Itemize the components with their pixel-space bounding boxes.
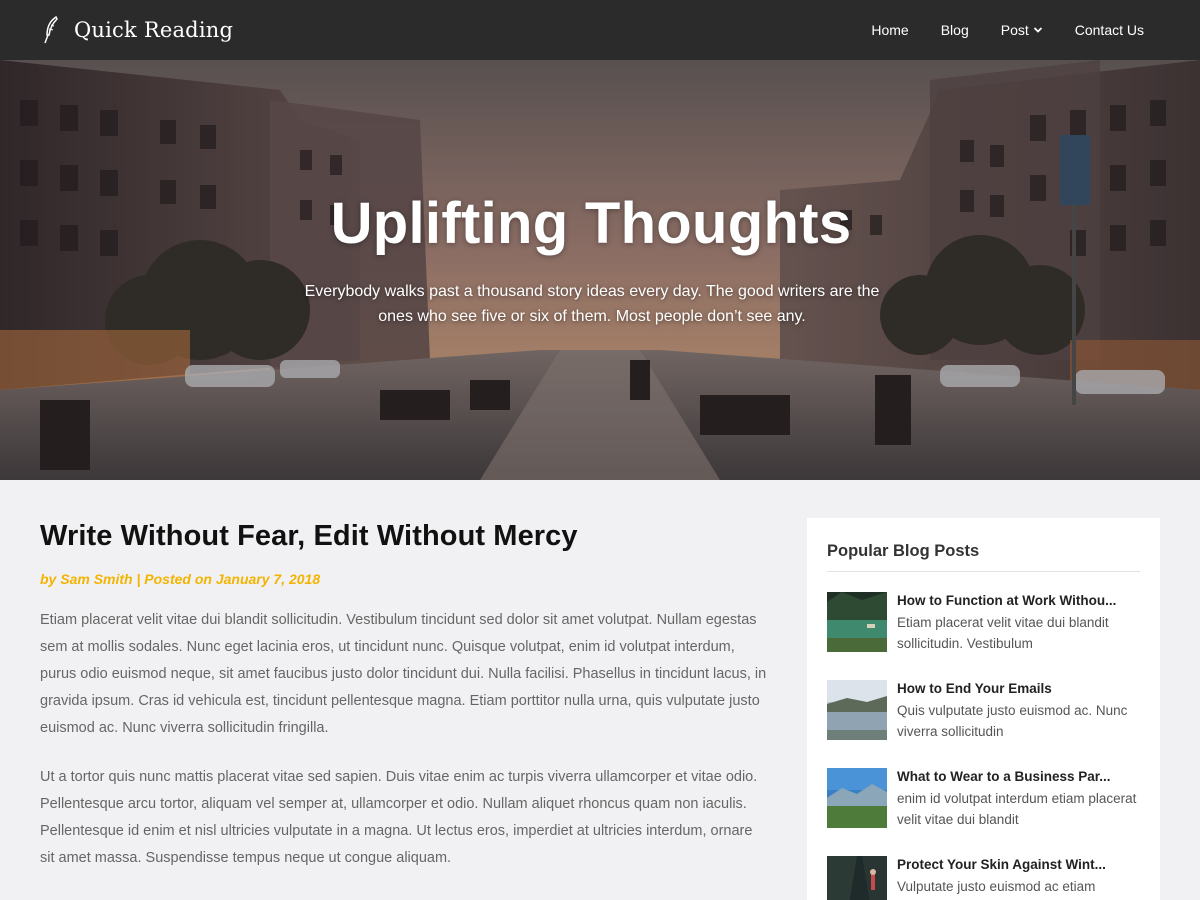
sidebar-title: Popular Blog Posts [827,542,1140,572]
nav-contact-link[interactable]: Contact Us [1075,22,1144,38]
hero-text: Uplifting Thoughts Everybody walks past … [0,190,1200,329]
popular-post-item[interactable]: How to End Your Emails Quis vulputate ju… [827,680,1140,768]
nav-home-label: Home [871,22,909,38]
chevron-down-icon [1033,25,1043,35]
post-excerpt: Quis vulputate justo euismod ac. Nunc vi… [897,703,1128,739]
nav-blog-label: Blog [940,22,969,38]
post-thumbnail[interactable] [827,856,887,900]
article-title: Write Without Fear, Edit Without Mercy [40,520,578,552]
post-excerpt: Etiam placerat velit vitae dui blandit s… [897,615,1109,651]
post-excerpt: Vulputate justo euismod ac etiam [897,879,1096,894]
nav-home-link[interactable]: Home [871,22,908,38]
hero-subtitle: Everybody walks past a thousand story id… [304,283,880,325]
post-info: What to Wear to a Business Par... enim i… [897,768,1137,856]
nav-post-dropdown[interactable]: Post [1001,22,1043,38]
post-title-link[interactable]: What to Wear to a Business Par... [897,768,1137,786]
post-thumbnail[interactable] [827,592,887,652]
main-nav: Home Blog Post Contact Us [871,22,1144,38]
popular-post-item[interactable]: How to Function at Work Withou... Etiam … [827,592,1140,680]
popular-post-item[interactable]: What to Wear to a Business Par... enim i… [827,768,1140,856]
post-thumbnail[interactable] [827,680,887,740]
post-title-link[interactable]: Protect Your Skin Against Wint... [897,856,1137,874]
popular-post-item[interactable]: Protect Your Skin Against Wint... Vulput… [827,856,1140,900]
quill-feather-icon [40,15,62,45]
brand-title: Quick Reading [74,18,234,42]
brand-logo-link[interactable]: Quick Reading [40,15,233,45]
main-article: Write Without Fear, Edit Without Mercy b… [40,520,770,872]
article-byline: by Sam Smith | Posted on January 7, 2018 [40,571,321,587]
popular-posts-sidebar: Popular Blog Posts How to Function at Wo… [807,518,1160,900]
nav-blog-link[interactable]: Blog [941,22,969,38]
hero-title: Uplifting Thoughts [330,191,852,256]
hero-banner: Uplifting Thoughts Everybody walks past … [0,60,1200,480]
nav-post-label: Post [1000,22,1029,38]
popular-post-list: How to Function at Work Withou... Etiam … [827,592,1140,900]
post-info: Protect Your Skin Against Wint... Vulput… [897,856,1137,900]
post-title-link[interactable]: How to Function at Work Withou... [897,592,1137,610]
top-navbar: Quick Reading Home Blog Post Contact Us [0,0,1200,60]
article-paragraph: Ut a tortor quis nunc mattis placerat vi… [40,769,758,866]
nav-contact-label: Contact Us [1074,22,1144,38]
article-paragraph: Etiam placerat velit vitae dui blandit s… [40,612,767,736]
post-info: How to End Your Emails Quis vulputate ju… [897,680,1137,768]
post-title-link[interactable]: How to End Your Emails [897,680,1137,698]
post-thumbnail[interactable] [827,768,887,828]
post-excerpt: enim id volutpat interdum etiam placerat… [897,791,1137,827]
post-info: How to Function at Work Withou... Etiam … [897,592,1137,680]
